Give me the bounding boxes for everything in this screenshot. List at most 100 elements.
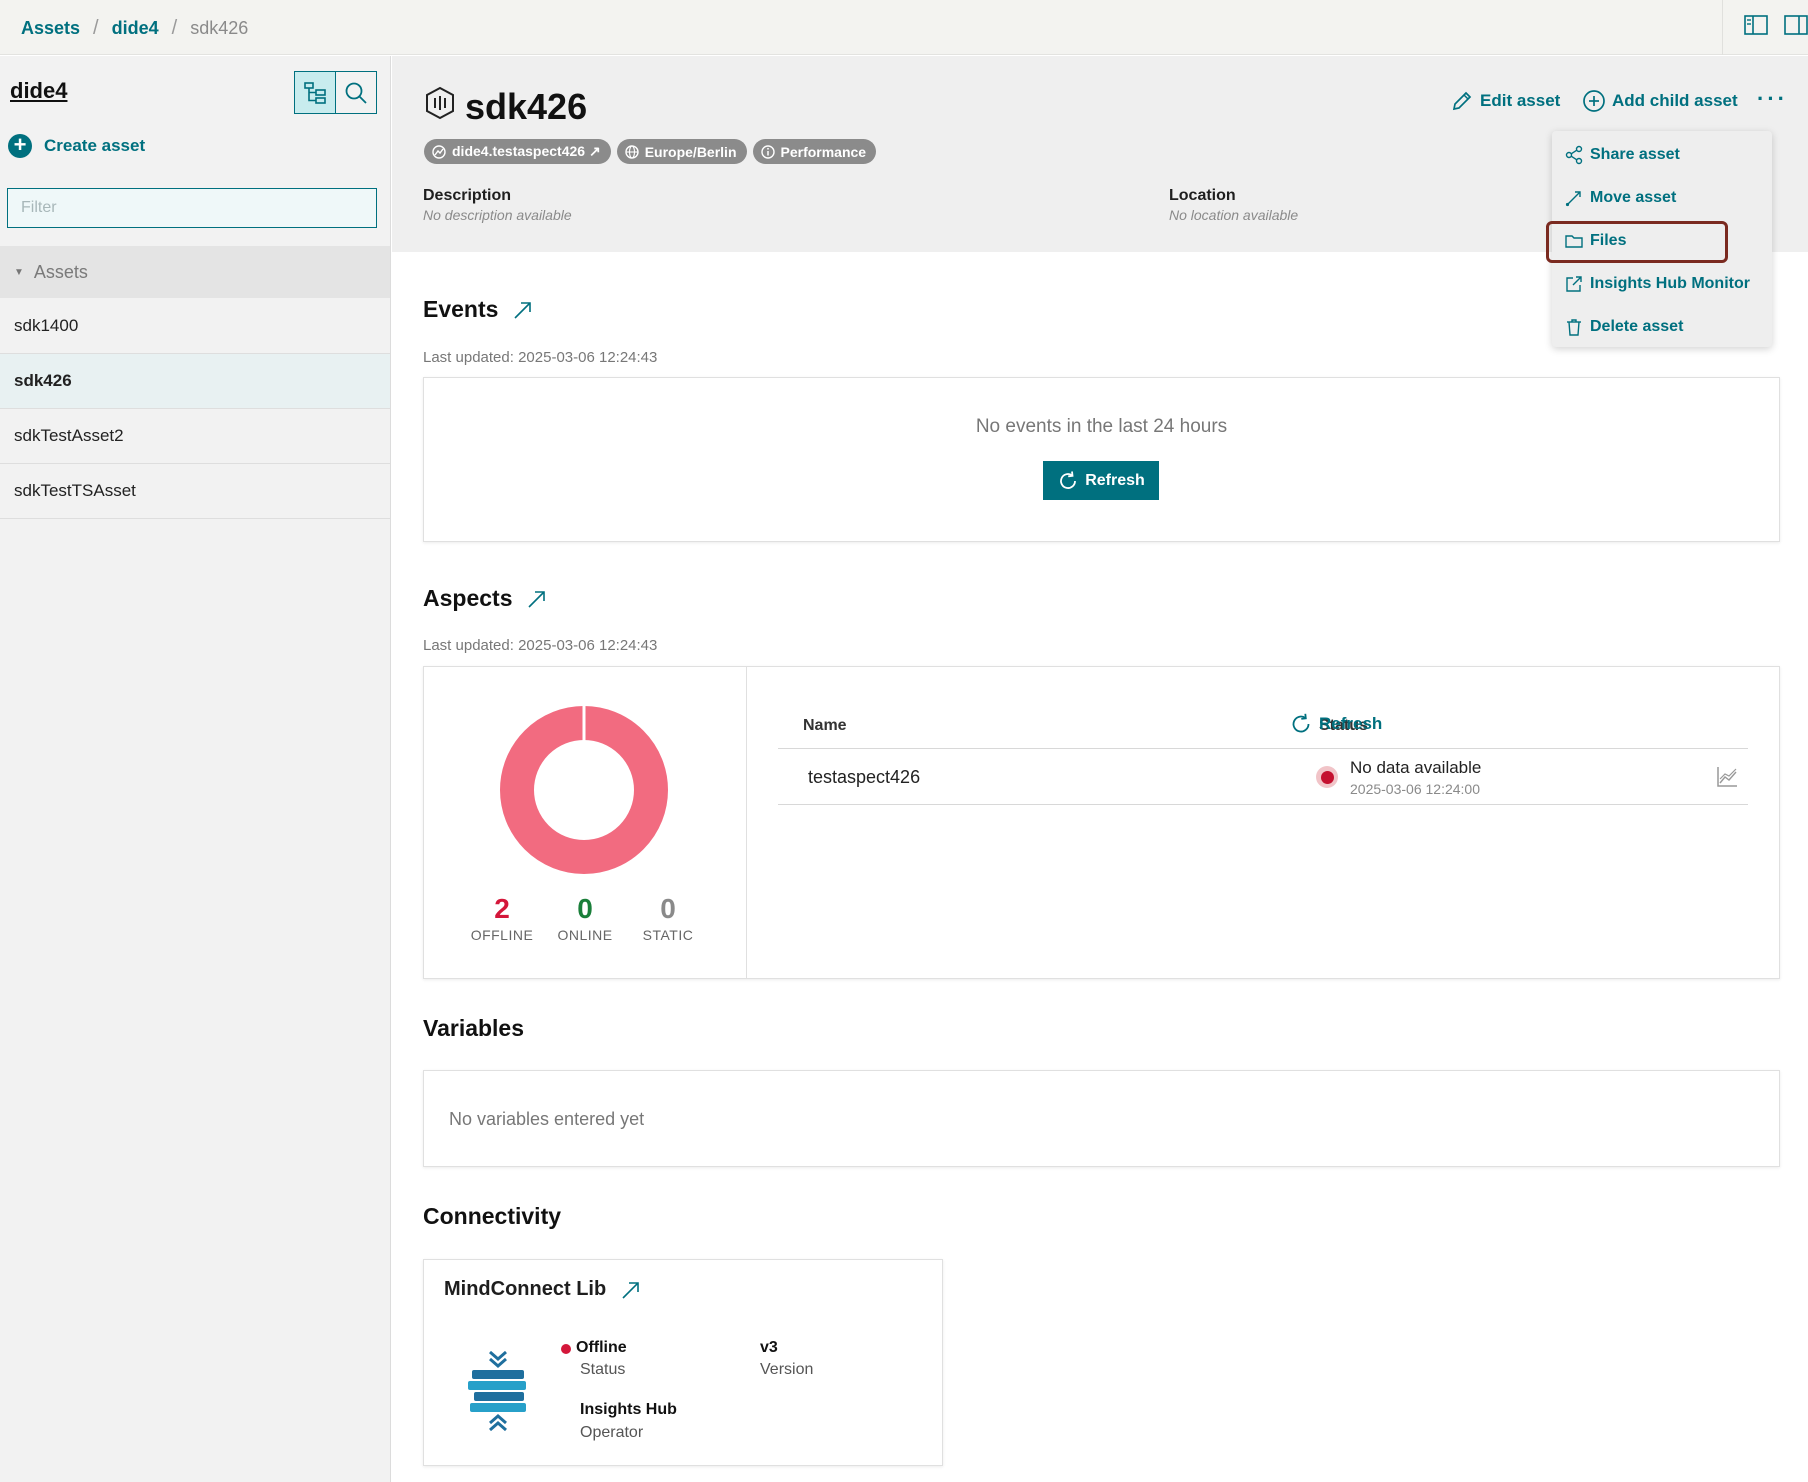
tree-header-label: Assets [33, 261, 88, 282]
section-title-label: Aspects [423, 585, 513, 611]
tree-item-sdk1400[interactable]: sdk1400 [0, 299, 390, 354]
menu-item-label: Delete asset [1590, 318, 1684, 335]
more-options-button[interactable]: ··· [1757, 86, 1788, 112]
files-highlight-frame [1546, 221, 1728, 263]
add-child-label: Add child asset [1612, 91, 1738, 110]
menu-item-move-asset[interactable]: Move asset [1564, 188, 1676, 208]
add-child-asset-button[interactable]: Add child asset [1582, 89, 1738, 113]
page-title: sdk426 [465, 86, 588, 127]
create-asset-label: Create asset [44, 136, 146, 155]
section-title-label: Events [423, 296, 499, 322]
events-empty-message: No events in the last 24 hours [975, 416, 1228, 437]
plus-circle-icon: + [8, 134, 32, 158]
aspects-summary: 2 OFFLINE 0 ONLINE 0 STATIC [424, 667, 747, 978]
chip-timezone: Europe/Berlin [616, 139, 747, 164]
breadcrumb-separator: / [171, 17, 178, 39]
chip-asset-type[interactable]: dide4.testaspect426 ↗ [424, 139, 611, 164]
mindconnect-lib-icon [466, 1350, 536, 1432]
chip-label: Europe/Berlin [644, 143, 737, 160]
refresh-icon [1289, 712, 1319, 736]
aspects-refresh-button[interactable]: Refresh [1289, 712, 1382, 736]
move-icon [1564, 188, 1590, 208]
stat-offline: 2 OFFLINE [457, 893, 547, 943]
open-link-icon[interactable] [526, 588, 548, 610]
tree-view-button[interactable] [295, 72, 336, 113]
operator-value: Insights Hub [580, 1401, 677, 1418]
asset-chips: dide4.testaspect426 ↗ Europe/Berlin Perf… [424, 139, 882, 164]
status-offline-dot [561, 1344, 571, 1354]
menu-item-label: Move asset [1590, 189, 1677, 206]
connectivity-card-title: MindConnect Lib [444, 1278, 642, 1301]
breadcrumb: Assets / dide4 / sdk426 [21, 17, 248, 40]
tree-item-label: sdk426 [14, 371, 72, 390]
aspect-status-cell: No data available [1350, 758, 1482, 777]
aspects-title: Aspects [423, 585, 548, 612]
stat-value: 0 [577, 893, 593, 924]
stat-online: 0 ONLINE [540, 893, 630, 943]
menu-item-share-asset[interactable]: Share asset [1564, 145, 1680, 165]
tree-item-label: sdkTestTSAsset [14, 481, 136, 500]
tree-item-sdktestasset2[interactable]: sdkTestAsset2 [0, 409, 390, 464]
asset-tree-list: sdk1400 sdk426 sdkTestAsset2 sdkTestTSAs… [0, 299, 390, 519]
operator-label: Operator [580, 1424, 644, 1441]
caret-down-icon: ▼ [14, 266, 24, 278]
description-label: Description [423, 187, 512, 204]
pencil-icon [1450, 89, 1480, 113]
chip-performance: Performance [752, 139, 877, 164]
aspect-table-header: Name Status [778, 707, 1748, 749]
location-value: No location available [1169, 207, 1299, 223]
sidebar: dide4 + Create asset ▼ Assets sdk1400 sd… [0, 56, 391, 1482]
search-icon [343, 80, 369, 106]
location-label: Location [1169, 187, 1236, 204]
events-refresh-button[interactable]: Refresh [1043, 461, 1159, 500]
sidebar-left-panel-icon[interactable] [1744, 14, 1768, 36]
events-last-updated: Last updated: 2025-03-06 12:24:43 [423, 349, 658, 366]
aspects-donut-chart [496, 702, 672, 878]
open-link-icon[interactable] [620, 1279, 642, 1301]
connectivity-card: MindConnect Lib Offline Status v3 Versio… [423, 1259, 943, 1466]
section-title-label: Connectivity [423, 1203, 562, 1229]
trash-icon [1564, 317, 1590, 337]
version-value: v3 [760, 1339, 778, 1356]
stat-label: OFFLINE [470, 927, 534, 943]
variables-empty-message: No variables entered yet [449, 1109, 645, 1129]
description-value: No description available [423, 207, 572, 223]
events-panel: No events in the last 24 hours Refresh [423, 377, 1780, 542]
stat-value: 2 [494, 893, 510, 924]
aspect-status-time: 2025-03-06 12:24:00 [1350, 781, 1480, 797]
chip-label: Performance [780, 143, 867, 160]
tree-item-sdktesttsasset[interactable]: sdkTestTSAsset [0, 464, 390, 519]
open-link-icon[interactable] [512, 299, 534, 321]
card-title-label: MindConnect Lib [444, 1278, 607, 1300]
external-link-icon [1564, 274, 1590, 294]
edit-asset-label: Edit asset [1480, 91, 1561, 110]
tree-item-label: sdk1400 [14, 316, 79, 335]
chip-label: dide4.testaspect426 ↗ [452, 143, 601, 159]
info-icon [760, 144, 781, 159]
tree-item-sdk426[interactable]: sdk426 [0, 354, 390, 409]
create-asset-button[interactable]: + Create asset [8, 134, 145, 158]
breadcrumb-assets-link[interactable]: Assets [21, 18, 80, 39]
menu-item-insights-hub-monitor[interactable]: Insights Hub Monitor [1564, 274, 1750, 294]
menu-item-delete-asset[interactable]: Delete asset [1564, 317, 1683, 337]
refresh-icon [1057, 470, 1085, 492]
stat-value: 0 [660, 893, 676, 924]
tree-header-assets[interactable]: ▼ Assets [0, 246, 390, 298]
filter-input[interactable] [7, 188, 377, 228]
variables-panel: No variables entered yet [423, 1070, 1780, 1167]
table-row[interactable]: testaspect426 No data available 2025-03-… [778, 749, 1748, 805]
tree-view-icon [302, 80, 328, 106]
breadcrumb-dide4-link[interactable]: dide4 [112, 18, 159, 39]
edit-asset-button[interactable]: Edit asset [1450, 89, 1560, 113]
menu-item-label: Insights Hub Monitor [1590, 275, 1750, 292]
asset-icon [424, 86, 456, 120]
refresh-label: Refresh [1085, 471, 1145, 489]
sidebar-right-panel-icon[interactable] [1784, 14, 1808, 36]
status-offline-indicator [1316, 766, 1338, 788]
column-header-name: Name [803, 717, 847, 734]
variables-title: Variables [423, 1015, 524, 1042]
line-chart-icon[interactable] [1715, 765, 1739, 789]
divider [1722, 0, 1723, 55]
sidebar-title[interactable]: dide4 [10, 78, 67, 104]
search-view-button[interactable] [336, 72, 377, 113]
